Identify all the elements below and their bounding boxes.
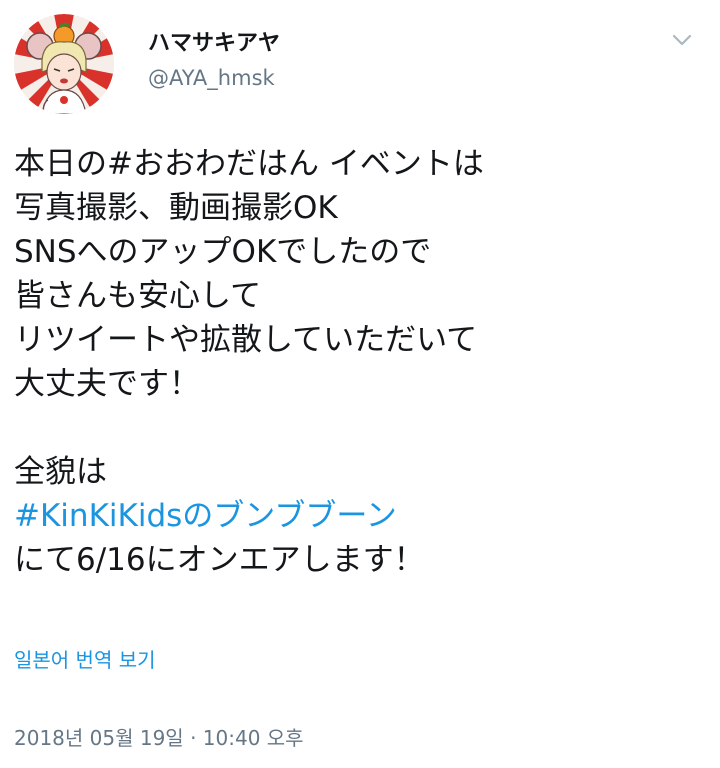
tweet-line: 皆さんも安心して (14, 278, 262, 314)
translate-tweet-link[interactable]: 일본어 번역 보기 (14, 646, 156, 674)
tweet-line: SNSへのアップOKでしたので (14, 234, 432, 270)
display-name[interactable]: ハマサキアヤ (148, 30, 280, 58)
tweet-timestamp[interactable]: 2018년 05월 19일 · 10:40 오후 (14, 724, 304, 752)
tweet-line: 大丈夫です！ (14, 366, 200, 402)
hashtag-link[interactable]: #KinKiKidsのブンブブーン (14, 498, 397, 534)
hashtag-line: #KinKiKidsのブンブブーン (14, 494, 704, 538)
tweet-header: ハマサキアヤ @AYA_hmsk (14, 14, 706, 114)
avatar-illustration-icon (14, 14, 114, 114)
tweet-line: 全貌は (14, 454, 107, 490)
tweet-text: 本日の#おおわだはん イベントは 写真撮影、動画撮影OK SNSへのアップOKで… (14, 142, 704, 582)
tweet-line: 写真撮影、動画撮影OK (14, 190, 338, 226)
tweet-line: 本日の#おおわだはん イベントは (14, 146, 484, 182)
tweet-card: ハマサキアヤ @AYA_hmsk 本日の#おおわだはん イベントは 写真撮影、動… (0, 0, 720, 768)
avatar[interactable] (14, 14, 114, 114)
tweet-line: リツイートや拡散していただいて (14, 322, 478, 358)
user-info[interactable]: ハマサキアヤ @AYA_hmsk (148, 30, 280, 92)
tweet-line: にて6/16にオンエアします！ (14, 542, 425, 578)
tweet-menu-button[interactable] (668, 26, 696, 54)
user-handle[interactable]: @AYA_hmsk (148, 64, 280, 92)
chevron-down-icon (672, 34, 692, 46)
